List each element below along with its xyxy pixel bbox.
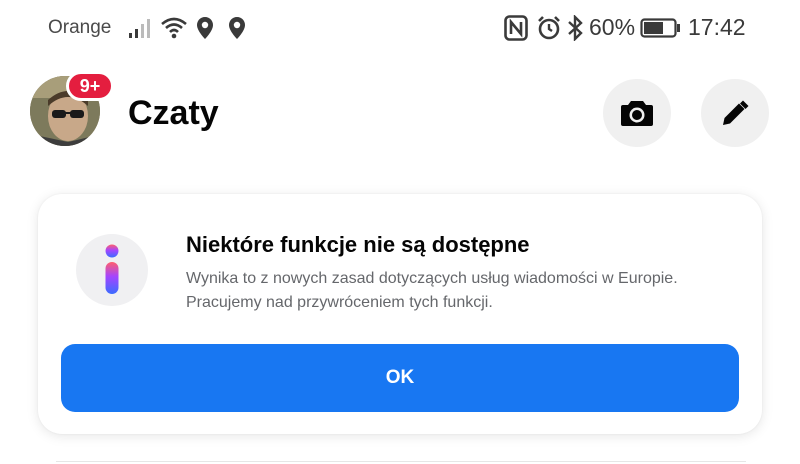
location-icon bbox=[228, 14, 246, 42]
clock: 17:42 bbox=[688, 14, 746, 40]
notice-title: Niektóre funkcje nie są dostępne bbox=[186, 232, 530, 257]
compose-button[interactable] bbox=[701, 79, 769, 147]
info-icon bbox=[76, 234, 148, 306]
battery-icon bbox=[640, 14, 682, 42]
profile-avatar-button[interactable]: 9+ bbox=[30, 71, 114, 146]
wifi-icon bbox=[160, 14, 188, 42]
signal-icon bbox=[128, 14, 154, 42]
pencil-icon bbox=[723, 100, 749, 125]
status-bar: Orange 60% 17:42 bbox=[0, 0, 800, 56]
camera-button[interactable] bbox=[603, 79, 671, 147]
notice-card: Niektóre funkcje nie są dostępne Wynika … bbox=[38, 194, 762, 434]
camera-icon bbox=[621, 101, 653, 126]
unread-count-badge: 9+ bbox=[66, 71, 114, 101]
location-icon bbox=[196, 14, 214, 42]
alarm-icon bbox=[536, 14, 562, 42]
ok-button[interactable]: OK bbox=[61, 344, 739, 412]
nfc-icon bbox=[504, 14, 528, 42]
carrier-name: Orange bbox=[48, 17, 112, 38]
divider bbox=[56, 461, 746, 462]
bluetooth-icon bbox=[567, 14, 583, 42]
battery-percentage: 60% bbox=[589, 14, 636, 40]
notice-message: Wynika to z nowych zasad dotyczących usł… bbox=[186, 270, 678, 311]
page-title: Czaty bbox=[128, 94, 219, 132]
